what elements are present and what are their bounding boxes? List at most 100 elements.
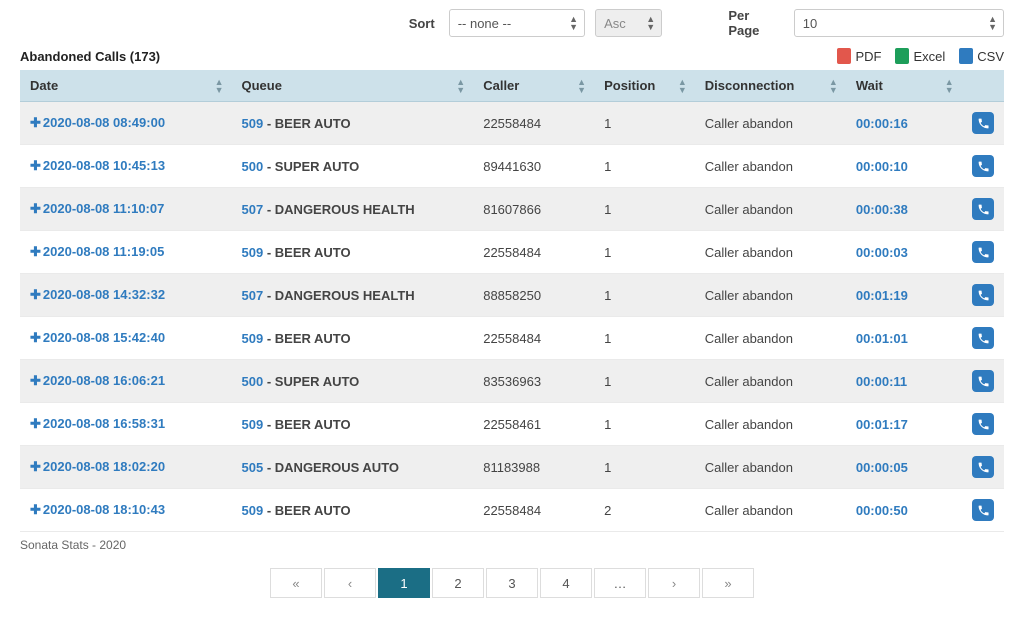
- col-queue[interactable]: Queue▲▼: [232, 70, 474, 102]
- page-2[interactable]: 2: [432, 568, 484, 598]
- page-3[interactable]: 3: [486, 568, 538, 598]
- export-excel-button[interactable]: Excel: [895, 48, 945, 64]
- col-date[interactable]: Date▲▼: [20, 70, 232, 102]
- queue-code-link[interactable]: 507: [242, 288, 264, 303]
- cell-position: 1: [604, 417, 611, 432]
- phone-icon: [977, 203, 990, 216]
- plus-icon: ✚: [30, 201, 41, 216]
- plus-icon: ✚: [30, 416, 41, 431]
- cell-wait: 00:01:17: [856, 417, 908, 432]
- page-first[interactable]: «: [270, 568, 322, 598]
- page-4[interactable]: 4: [540, 568, 592, 598]
- queue-code-link[interactable]: 509: [242, 116, 264, 131]
- queue-code-link[interactable]: 509: [242, 503, 264, 518]
- cell-queue-name: - SUPER AUTO: [267, 374, 359, 389]
- expand-row-link[interactable]: ✚2020-08-08 16:06:21: [30, 373, 165, 388]
- expand-row-link[interactable]: ✚2020-08-08 11:19:05: [30, 244, 164, 259]
- call-button[interactable]: [972, 284, 994, 306]
- queue-code-link[interactable]: 500: [242, 374, 264, 389]
- expand-row-link[interactable]: ✚2020-08-08 14:32:32: [30, 287, 165, 302]
- plus-icon: ✚: [30, 330, 41, 345]
- page-prev[interactable]: ‹: [324, 568, 376, 598]
- queue-code-link[interactable]: 509: [242, 245, 264, 260]
- cell-wait: 00:00:11: [856, 374, 907, 389]
- page-title: Abandoned Calls (173): [20, 49, 160, 64]
- page-last[interactable]: »: [702, 568, 754, 598]
- call-button[interactable]: [972, 327, 994, 349]
- top-controls: Sort -- none -- ▲▼ Asc ▲▼ Per Page 10 ▲▼: [0, 0, 1024, 38]
- cell-caller: 22558484: [483, 116, 541, 131]
- call-button[interactable]: [972, 499, 994, 521]
- export-csv-button[interactable]: CSV: [959, 48, 1004, 64]
- page-next[interactable]: ›: [648, 568, 700, 598]
- perpage-select[interactable]: 10 ▲▼: [794, 9, 1004, 37]
- queue-code-link[interactable]: 500: [242, 159, 264, 174]
- cell-disconnection: Caller abandon: [705, 288, 793, 303]
- cell-position: 1: [604, 374, 611, 389]
- sort-icon: ▲▼: [945, 78, 954, 94]
- export-csv-label: CSV: [977, 49, 1004, 64]
- expand-row-link[interactable]: ✚2020-08-08 18:02:20: [30, 459, 165, 474]
- sort-label: Sort: [409, 16, 435, 31]
- excel-icon: [895, 48, 909, 64]
- cell-position: 1: [604, 331, 611, 346]
- table-row: ✚2020-08-08 08:49:00 509 - BEER AUTO 225…: [20, 102, 1004, 145]
- cell-date: 2020-08-08 15:42:40: [43, 330, 165, 345]
- cell-disconnection: Caller abandon: [705, 460, 793, 475]
- csv-icon: [959, 48, 973, 64]
- page-1[interactable]: 1: [378, 568, 430, 598]
- phone-icon: [977, 289, 990, 302]
- col-wait[interactable]: Wait▲▼: [846, 70, 962, 102]
- call-button[interactable]: [972, 456, 994, 478]
- cell-queue-name: - DANGEROUS HEALTH: [267, 202, 415, 217]
- col-position[interactable]: Position▲▼: [594, 70, 695, 102]
- table-container: Date▲▼ Queue▲▼ Caller▲▼ Position▲▼ Disco…: [0, 70, 1024, 532]
- cell-date: 2020-08-08 18:10:43: [43, 502, 165, 517]
- queue-code-link[interactable]: 509: [242, 417, 264, 432]
- call-button[interactable]: [972, 370, 994, 392]
- plus-icon: ✚: [30, 158, 41, 173]
- call-button[interactable]: [972, 241, 994, 263]
- page-…[interactable]: …: [594, 568, 646, 598]
- cell-queue-name: - BEER AUTO: [267, 417, 351, 432]
- queue-code-link[interactable]: 507: [242, 202, 264, 217]
- cell-caller: 22558461: [483, 417, 541, 432]
- expand-row-link[interactable]: ✚2020-08-08 16:58:31: [30, 416, 165, 431]
- col-caller[interactable]: Caller▲▼: [473, 70, 594, 102]
- cell-queue-name: - DANGEROUS AUTO: [267, 460, 399, 475]
- plus-icon: ✚: [30, 502, 41, 517]
- call-button[interactable]: [972, 112, 994, 134]
- cell-disconnection: Caller abandon: [705, 417, 793, 432]
- cell-queue-name: - BEER AUTO: [267, 503, 351, 518]
- call-button[interactable]: [972, 155, 994, 177]
- cell-disconnection: Caller abandon: [705, 374, 793, 389]
- sort-icon: ▲▼: [577, 78, 586, 94]
- expand-row-link[interactable]: ✚2020-08-08 10:45:13: [30, 158, 165, 173]
- queue-code-link[interactable]: 505: [242, 460, 264, 475]
- expand-row-link[interactable]: ✚2020-08-08 15:42:40: [30, 330, 165, 345]
- cell-caller: 88858250: [483, 288, 541, 303]
- table-row: ✚2020-08-08 16:06:21 500 - SUPER AUTO 83…: [20, 360, 1004, 403]
- expand-row-link[interactable]: ✚2020-08-08 18:10:43: [30, 502, 165, 517]
- cell-caller: 81607866: [483, 202, 541, 217]
- queue-code-link[interactable]: 509: [242, 331, 264, 346]
- cell-date: 2020-08-08 08:49:00: [43, 115, 165, 130]
- export-pdf-button[interactable]: PDF: [837, 48, 881, 64]
- call-button[interactable]: [972, 198, 994, 220]
- table-row: ✚2020-08-08 14:32:32 507 - DANGEROUS HEA…: [20, 274, 1004, 317]
- table-row: ✚2020-08-08 11:19:05 509 - BEER AUTO 225…: [20, 231, 1004, 274]
- export-excel-label: Excel: [913, 49, 945, 64]
- cell-wait: 00:00:03: [856, 245, 908, 260]
- abandoned-calls-table: Date▲▼ Queue▲▼ Caller▲▼ Position▲▼ Disco…: [20, 70, 1004, 532]
- col-disconnection[interactable]: Disconnection▲▼: [695, 70, 846, 102]
- phone-icon: [977, 418, 990, 431]
- sort-direction-select[interactable]: Asc ▲▼: [595, 9, 662, 37]
- sort-select[interactable]: -- none -- ▲▼: [449, 9, 585, 37]
- cell-wait: 00:00:38: [856, 202, 908, 217]
- export-pdf-label: PDF: [855, 49, 881, 64]
- expand-row-link[interactable]: ✚2020-08-08 11:10:07: [30, 201, 164, 216]
- expand-row-link[interactable]: ✚2020-08-08 08:49:00: [30, 115, 165, 130]
- call-button[interactable]: [972, 413, 994, 435]
- perpage-label: Per Page: [728, 8, 779, 38]
- cell-disconnection: Caller abandon: [705, 503, 793, 518]
